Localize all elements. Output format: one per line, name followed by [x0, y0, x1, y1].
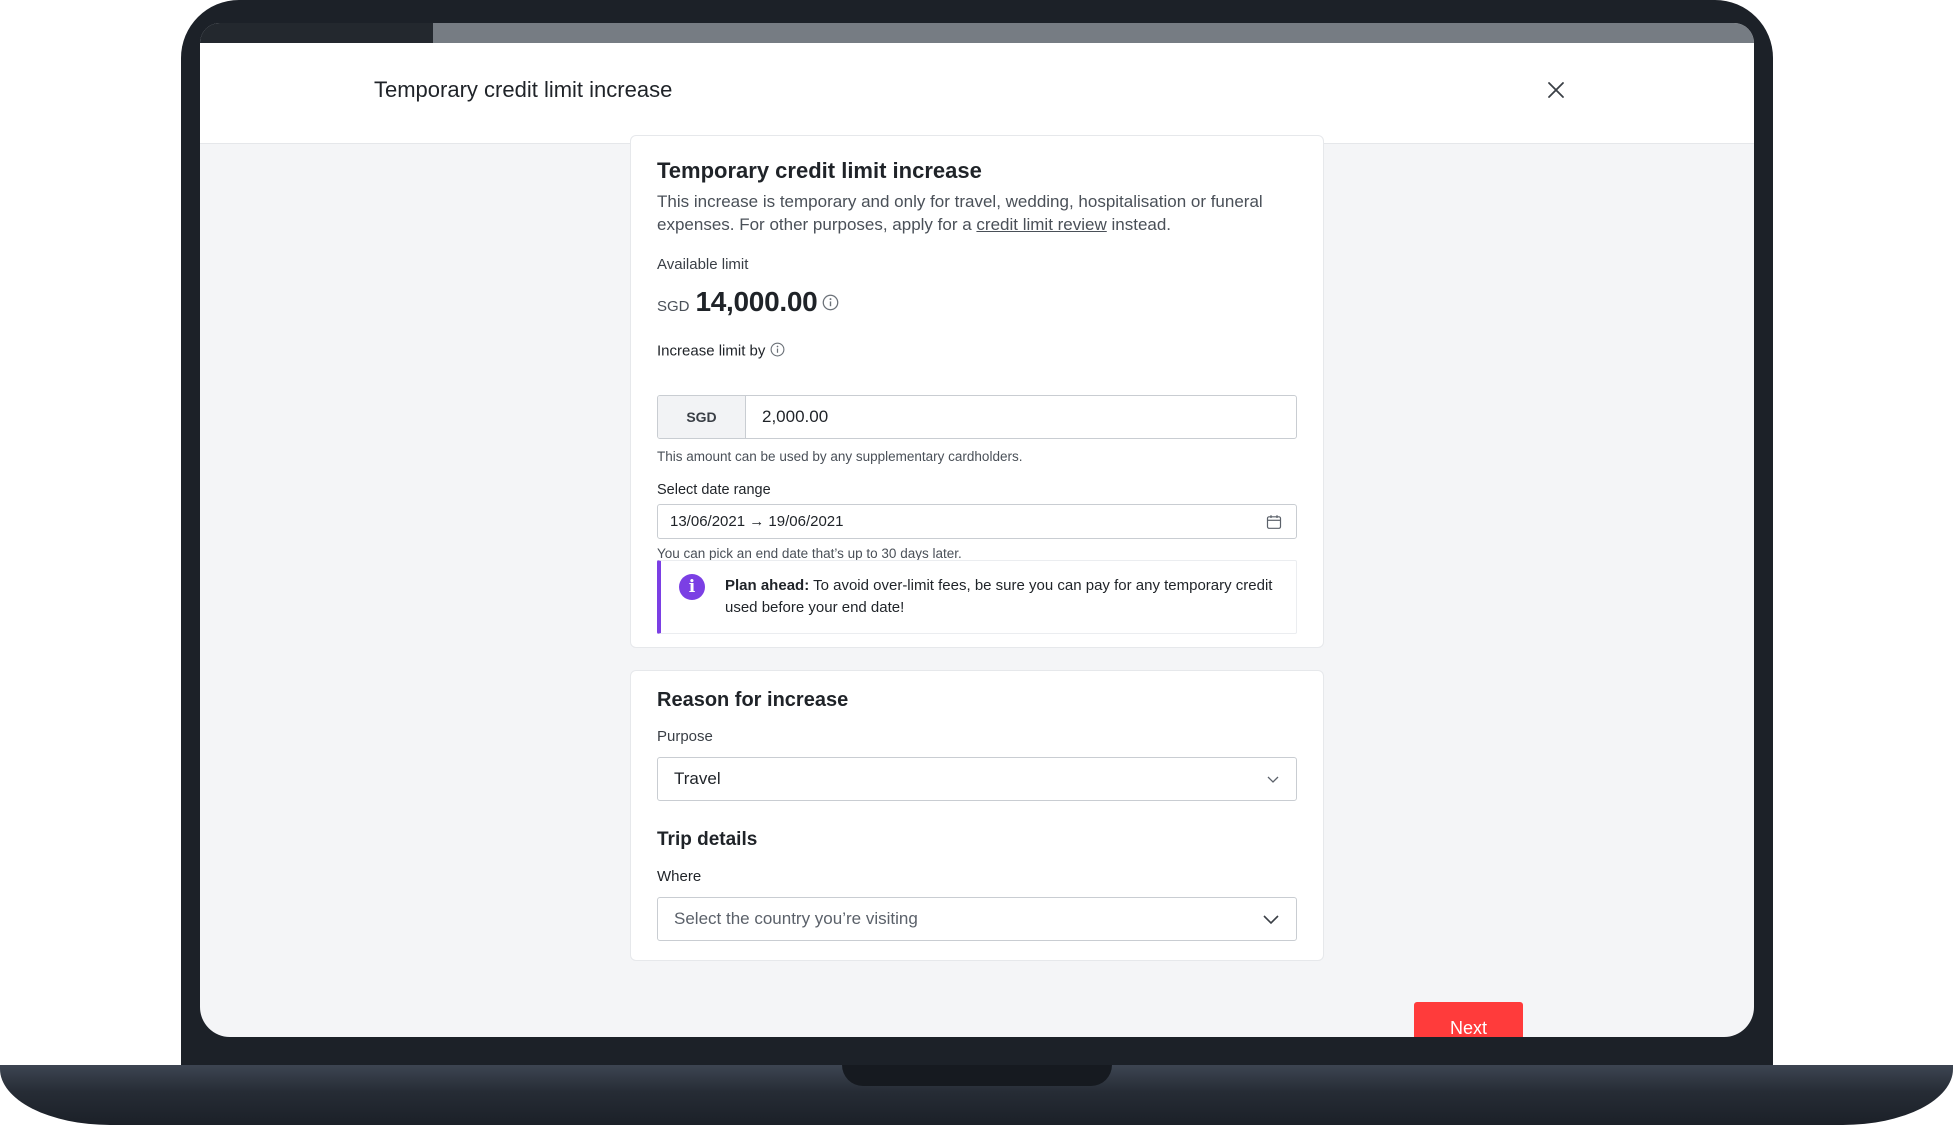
info-icon[interactable]	[770, 342, 785, 361]
increase-limit-label: Increase limit by	[657, 342, 785, 361]
close-button[interactable]	[1537, 71, 1575, 109]
reason-card: Reason for increase Purpose Travel Trip …	[630, 670, 1324, 961]
description-text: This increase is temporary and only for …	[657, 192, 1263, 234]
progress-bar	[200, 23, 1754, 43]
description-text-end: instead.	[1106, 215, 1172, 234]
increase-amount-input[interactable]: 2,000.00	[746, 396, 1296, 438]
close-icon	[1548, 82, 1564, 98]
purpose-value: Travel	[674, 769, 721, 788]
notice-heading: Plan ahead:	[725, 577, 810, 594]
trip-details-title: Trip details	[657, 829, 758, 850]
date-range-picker[interactable]: 13/06/2021 → 19/06/2021	[657, 504, 1297, 539]
country-select[interactable]: Select the country you’re visiting	[657, 897, 1297, 941]
modal-title: Temporary credit limit increase	[374, 77, 673, 102]
progress-bar-fill	[200, 23, 434, 43]
info-icon: i	[679, 574, 705, 600]
date-range-hint: You can pick an end date that’s up to 30…	[657, 546, 962, 561]
available-currency: SGD	[657, 298, 690, 315]
reason-card-title: Reason for increase	[657, 689, 849, 711]
currency-prefix: SGD	[658, 396, 746, 438]
available-limit-amount: SGD 14,000.00	[657, 286, 839, 318]
purpose-select[interactable]: Travel	[657, 757, 1297, 801]
chevron-down-icon	[1267, 776, 1279, 783]
modal-header: Temporary credit limit increase	[200, 43, 1754, 144]
country-placeholder: Select the country you’re visiting	[674, 909, 918, 928]
laptop-notch	[842, 1065, 1112, 1086]
limit-card-description: This increase is temporary and only for …	[657, 190, 1277, 236]
app-screen: Temporary credit limit increase Temporar…	[200, 23, 1754, 1037]
limit-card-title: Temporary credit limit increase	[657, 158, 982, 183]
limit-card: Temporary credit limit increase This inc…	[630, 135, 1324, 648]
where-label: Where	[657, 868, 702, 885]
increase-amount-hint: This amount can be used by any supplemen…	[657, 449, 1023, 464]
increase-amount-input-group[interactable]: SGD 2,000.00	[657, 395, 1297, 439]
available-amount: 14,000.00	[695, 286, 818, 317]
plan-ahead-notice: i Plan ahead: To avoid over-limit fees, …	[657, 560, 1297, 634]
next-button[interactable]: Next	[1414, 1002, 1523, 1037]
date-range-label: Select date range	[657, 482, 771, 498]
increase-limit-label-text: Increase limit by	[657, 342, 766, 360]
purpose-label: Purpose	[657, 728, 713, 745]
calendar-icon[interactable]	[1266, 514, 1282, 530]
info-icon[interactable]	[822, 294, 839, 316]
chevron-down-icon	[1263, 914, 1279, 924]
available-limit-label: Available limit	[657, 256, 749, 273]
date-range-value: 13/06/2021 → 19/06/2021	[670, 513, 844, 530]
credit-limit-review-link[interactable]: credit limit review	[976, 215, 1106, 234]
notice-text: Plan ahead: To avoid over-limit fees, be…	[725, 575, 1285, 619]
